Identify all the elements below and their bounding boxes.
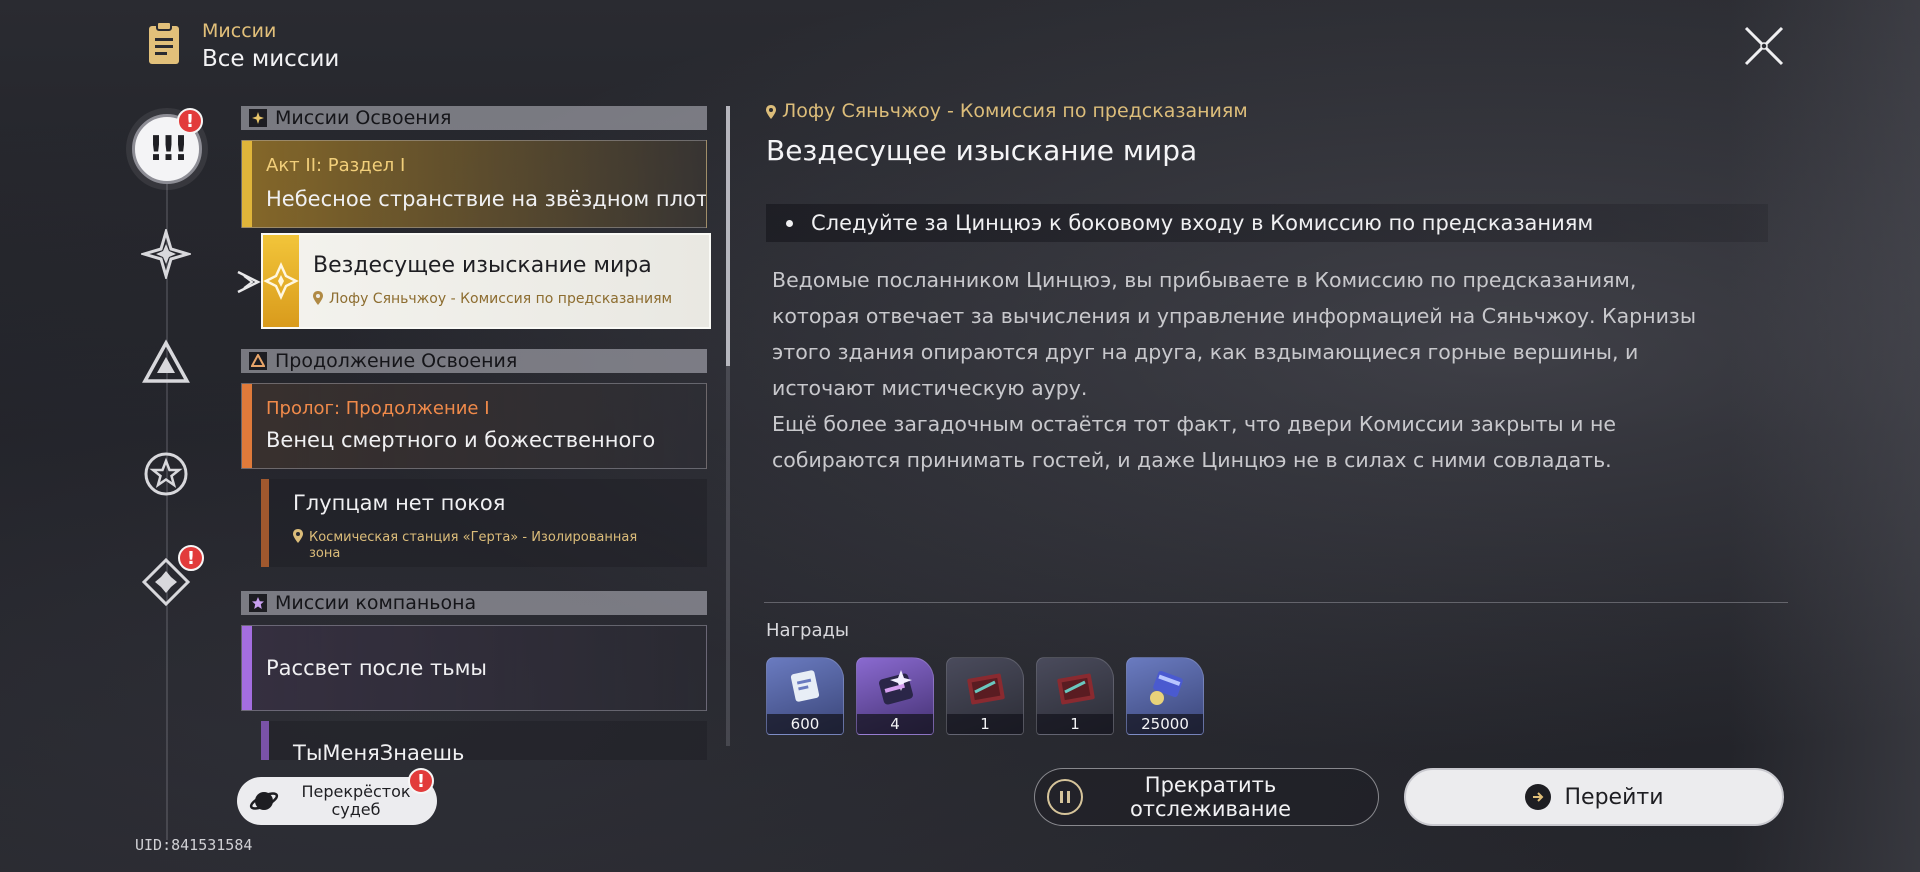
card-accent-bar	[242, 384, 252, 468]
card-subtitle: Акт II: Раздел I	[266, 155, 406, 176]
stop-tracking-label-line: Прекратить	[1144, 773, 1277, 797]
card-title: Рассвет после тьмы	[266, 656, 488, 680]
mission-description: Ведомые посланником Цинцюэ, вы прибывает…	[772, 262, 1762, 478]
detail-location-text: Лофу Сяньчжоу - Комиссия по предсказания…	[782, 100, 1248, 122]
reward-item[interactable]: 4	[856, 657, 934, 735]
stop-tracking-button[interactable]: Прекратить отслеживание	[1034, 768, 1379, 826]
location-pin-icon	[313, 291, 323, 305]
mission-sub-item[interactable]: Глупцам нет покоя Космическая станция «Г…	[261, 479, 707, 567]
description-line: этого здания опираются друг на друга, ка…	[772, 340, 1639, 364]
card-title: Небесное странствие на звёздном плоту	[266, 187, 707, 211]
trailblaze-emblem-icon	[263, 235, 299, 327]
star-rail-pass-icon	[879, 670, 913, 705]
description-line: Ещё более загадочным остаётся тот факт, …	[772, 412, 1616, 436]
selected-mission-location: Лофу Сяньчжоу - Комиссия по предсказания…	[313, 291, 672, 307]
location-line: Космическая станция «Герта» - Изолирован…	[309, 530, 638, 545]
category-label: Миссии Освоения	[275, 107, 452, 129]
trailblaze-icon	[249, 109, 267, 127]
rewards-list: 600 4 1 1 25000	[766, 657, 1204, 735]
reward-quantity: 25000	[1127, 714, 1203, 734]
rewards-label: Награды	[766, 620, 850, 641]
mission-sub-item[interactable]: ТыМеняЗнаешь	[261, 721, 707, 760]
card-title: Венец смертного и божественного	[266, 428, 656, 452]
stop-tracking-label-line: отслеживание	[1129, 797, 1292, 821]
reward-quantity: 4	[857, 714, 933, 734]
card-accent-bar	[242, 626, 252, 710]
all-missions-icon: !!!	[148, 129, 188, 169]
trailblaze-exp-icon	[790, 670, 820, 702]
category-header-trailblaze: Миссии Освоения	[241, 106, 707, 130]
category-label: Продолжение Освоения	[275, 350, 518, 372]
close-icon[interactable]	[1742, 24, 1786, 68]
mission-card[interactable]: Рассвет после тьмы	[241, 625, 707, 711]
mission-card[interactable]: Пролог: Продолжение I Венец смертного и …	[241, 383, 707, 469]
sub-item-title: Глупцам нет покоя	[293, 491, 506, 515]
detail-title: Вездесущее изыскание мира	[766, 134, 1198, 167]
trailblaze-icon	[141, 229, 191, 279]
crossroads-of-fate-button[interactable]: Перекрёсток судеб	[237, 777, 437, 825]
location-line: зона	[309, 546, 341, 561]
continuation-icon	[249, 352, 267, 370]
mission-list[interactable]: Миссии Освоения Акт II: Раздел I Небесно…	[241, 106, 707, 760]
reward-item[interactable]: 1	[1036, 657, 1114, 735]
credit-icon	[1150, 671, 1183, 705]
reward-quantity: 1	[1037, 714, 1113, 734]
location-pin-icon	[293, 529, 303, 543]
rail-tab-continuation[interactable]	[138, 336, 194, 392]
category-header-companion: Миссии компаньона	[241, 591, 707, 615]
reward-item[interactable]: 1	[946, 657, 1024, 735]
companion-icon	[144, 452, 188, 496]
objective-text: Следуйте за Цинцюэ к боковому входу в Ко…	[811, 211, 1594, 235]
notification-badge: !	[408, 768, 434, 794]
material-chest-icon	[1057, 673, 1095, 705]
crossroads-label-line: судеб	[331, 800, 381, 819]
go-arrow-icon	[1524, 784, 1551, 810]
card-accent-bar	[242, 141, 252, 227]
card-subtitle: Пролог: Продолжение I	[266, 398, 490, 419]
reward-quantity: 1	[947, 714, 1023, 734]
crossroads-label-line: Перекрёсток	[301, 782, 411, 801]
mission-objective: Следуйте за Цинцюэ к боковому входу в Ко…	[766, 204, 1768, 242]
notification-badge: !	[178, 545, 204, 571]
mission-log-icon	[149, 21, 179, 64]
selected-mission-card[interactable]: Вездесущее изыскание мира Лофу Сяньчжоу …	[261, 233, 711, 329]
rail-tab-trailblaze[interactable]	[138, 226, 194, 282]
location-pin-icon	[766, 105, 776, 119]
selected-mission-title: Вездесущее изыскание мира	[313, 253, 652, 278]
divider	[764, 602, 1788, 603]
companion-icon	[249, 594, 267, 612]
notification-badge: !	[177, 108, 203, 134]
header-category: Миссии	[202, 20, 277, 42]
rail-tab-companion[interactable]	[138, 446, 194, 502]
description-line: собираются принимать гостей, и даже Цинц…	[772, 448, 1612, 472]
reward-item[interactable]: 600	[766, 657, 844, 735]
category-label: Миссии компаньона	[275, 592, 477, 614]
sub-item-title: ТыМеняЗнаешь	[293, 741, 465, 760]
go-button[interactable]: Перейти	[1404, 768, 1784, 826]
category-header-continuation: Продолжение Освоения	[241, 349, 707, 373]
sub-item-accent-bar	[261, 479, 269, 567]
detail-location: Лофу Сяньчжоу - Комиссия по предсказания…	[766, 100, 1248, 122]
planet-icon	[249, 792, 279, 810]
sub-item-accent-bar	[261, 721, 269, 760]
reward-item[interactable]: 25000	[1126, 657, 1204, 735]
page-title: Все миссии	[202, 46, 340, 72]
crossroads-label: Перекрёсток судеб	[291, 783, 421, 819]
description-line: Ведомые посланником Цинцюэ, вы прибывает…	[772, 268, 1637, 292]
location-text: Лофу Сяньчжоу - Комиссия по предсказания…	[329, 291, 673, 307]
uid-label: UID:841531584	[135, 836, 253, 854]
stop-tracking-label: Прекратить отслеживание	[1083, 773, 1378, 821]
go-button-label: Перейти	[1564, 784, 1664, 810]
reward-quantity: 600	[767, 714, 843, 734]
description-line: которая отвечает за вычисления и управле…	[772, 304, 1697, 328]
sub-item-location: Космическая станция «Герта» - Изолирован…	[293, 529, 637, 562]
continuation-icon	[142, 339, 190, 383]
list-scrollbar-thumb[interactable]	[726, 106, 730, 366]
description-line: источают мистическую ауру.	[772, 376, 1088, 400]
material-chest-icon	[967, 673, 1005, 705]
mission-card[interactable]: Акт II: Раздел I Небесное странствие на …	[241, 140, 707, 228]
bullet-icon	[786, 219, 793, 227]
pause-icon	[1047, 779, 1083, 815]
selection-arrow-icon	[237, 270, 261, 294]
